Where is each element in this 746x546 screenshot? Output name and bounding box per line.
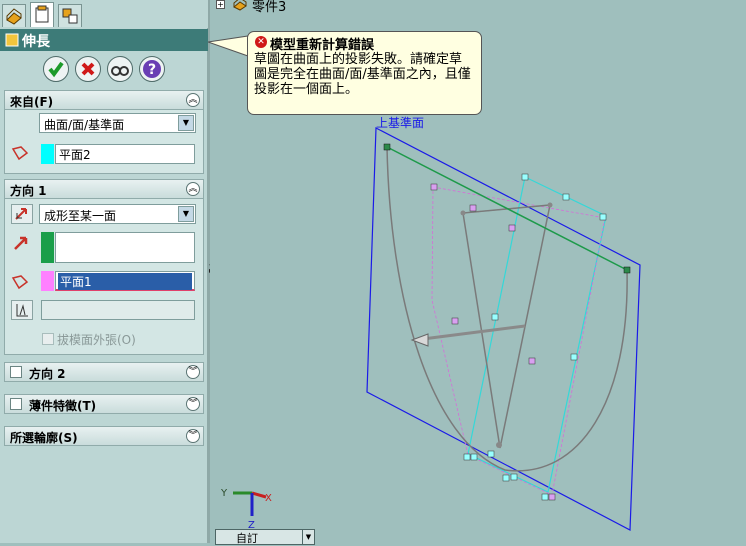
end-condition-dropdown[interactable]: 成形至某一面 ▼: [39, 204, 196, 224]
start-condition-value: 曲面/面/基準面: [44, 118, 125, 132]
feature-title: 伸長: [22, 34, 50, 50]
close-icon: [81, 62, 95, 76]
help-icon: ?: [143, 60, 161, 78]
selected-contours-group-header[interactable]: 所選輪廓(S) ︾: [4, 426, 204, 446]
selected-contours-group-title: 所選輪廓(S): [10, 431, 78, 445]
cancel-button[interactable]: [75, 56, 101, 82]
end-condition-value: 成形至某一面: [44, 209, 117, 223]
view-orientation-value: 自訂: [236, 532, 258, 545]
face-selection-icon: [11, 275, 29, 290]
chevron-down-icon[interactable]: ▼: [178, 206, 194, 222]
thin-feature-group-header[interactable]: 薄件特徵(T) ︾: [4, 394, 204, 414]
extrude-feature-icon: [5, 33, 19, 47]
configuration-manager-tab[interactable]: [58, 4, 82, 27]
face-selection-box[interactable]: 平面1: [55, 271, 195, 291]
error-title: 模型重新計算錯誤: [270, 38, 375, 53]
chevron-down-icon[interactable]: ︾: [186, 365, 200, 379]
feature-manager-icon: [6, 8, 22, 25]
draft-outward-checkbox: [42, 333, 54, 345]
draft-angle-input: [41, 300, 195, 320]
draft-toggle-button[interactable]: [11, 300, 33, 320]
feature-header: 伸長: [0, 29, 208, 51]
face-selection-value: 平面1: [58, 273, 192, 290]
manager-tabs: [0, 0, 208, 28]
from-selection-value: 平面2: [59, 148, 91, 162]
feature-manager-tab[interactable]: [2, 4, 26, 27]
direction1-group-header[interactable]: 方向 1 ︽: [4, 179, 204, 199]
direction-color-swatch: [41, 232, 54, 263]
direction-arrow-icon: [14, 236, 28, 250]
draft-outward-label: 拔模面外張(O): [57, 333, 136, 347]
from-selection-box[interactable]: 平面2: [55, 144, 195, 164]
reverse-direction-button[interactable]: [11, 204, 33, 224]
expand-icon[interactable]: +: [216, 0, 225, 9]
error-message: 草圖在曲面上的投影失敗。請確定草圖是完全在曲面/面/基準面之內，且僅投影在一個面…: [254, 52, 471, 97]
chevron-down-icon[interactable]: ︾: [186, 397, 200, 411]
thin-feature-checkbox[interactable]: [10, 398, 22, 410]
chevron-up-icon[interactable]: ︽: [186, 182, 200, 196]
detailed-preview-button[interactable]: [107, 56, 133, 82]
direction2-group-header[interactable]: 方向 2 ︾: [4, 362, 204, 382]
from-group-title: 來自(F): [10, 95, 54, 109]
face-selection-icon: [11, 146, 29, 161]
direction1-group-body: 成形至某一面 ▼ 平面1 拔模面外張(O): [4, 199, 204, 355]
help-button[interactable]: ?: [139, 56, 165, 82]
part-icon: [233, 0, 247, 11]
chevron-down-icon[interactable]: ︾: [186, 429, 200, 443]
from-group-header[interactable]: 來自(F) ︽: [4, 90, 204, 110]
part-name: 零件3: [252, 0, 287, 15]
direction1-group-title: 方向 1: [10, 184, 47, 198]
glasses-icon: [111, 66, 129, 76]
start-condition-dropdown[interactable]: 曲面/面/基準面 ▼: [39, 113, 196, 133]
reverse-direction-icon: [15, 208, 27, 220]
direction2-group-title: 方向 2: [29, 367, 66, 381]
action-buttons: ?: [0, 56, 208, 86]
check-icon: [48, 61, 64, 78]
property-manager-icon: [35, 5, 49, 23]
property-manager-tab[interactable]: [30, 2, 54, 27]
chevron-down-icon[interactable]: ▼: [178, 115, 194, 131]
face-color-swatch: [41, 271, 54, 291]
draft-icon: [16, 304, 28, 317]
property-manager: 伸長 ? 來自(F) ︽ 曲面/面/基準面 ▼ 平面2 方向 1 ︽ 成形至某一…: [0, 0, 208, 543]
configuration-manager-icon: [62, 8, 78, 24]
ok-button[interactable]: [43, 56, 69, 82]
svg-text:?: ?: [148, 62, 156, 78]
chevron-up-icon[interactable]: ︽: [186, 93, 200, 107]
error-icon: ✕: [255, 36, 267, 48]
selection-color-swatch: [41, 144, 54, 164]
from-group-body: 曲面/面/基準面 ▼ 平面2: [4, 110, 204, 174]
direction2-checkbox[interactable]: [10, 366, 22, 378]
direction-selection-box[interactable]: [55, 232, 195, 263]
thin-feature-group-title: 薄件特徵(T): [29, 399, 97, 413]
chevron-down-icon[interactable]: ▼: [302, 530, 314, 544]
error-balloon[interactable]: ✕ 模型重新計算錯誤 草圖在曲面上的投影失敗。請確定草圖是完全在曲面/面/基準面…: [247, 31, 482, 115]
